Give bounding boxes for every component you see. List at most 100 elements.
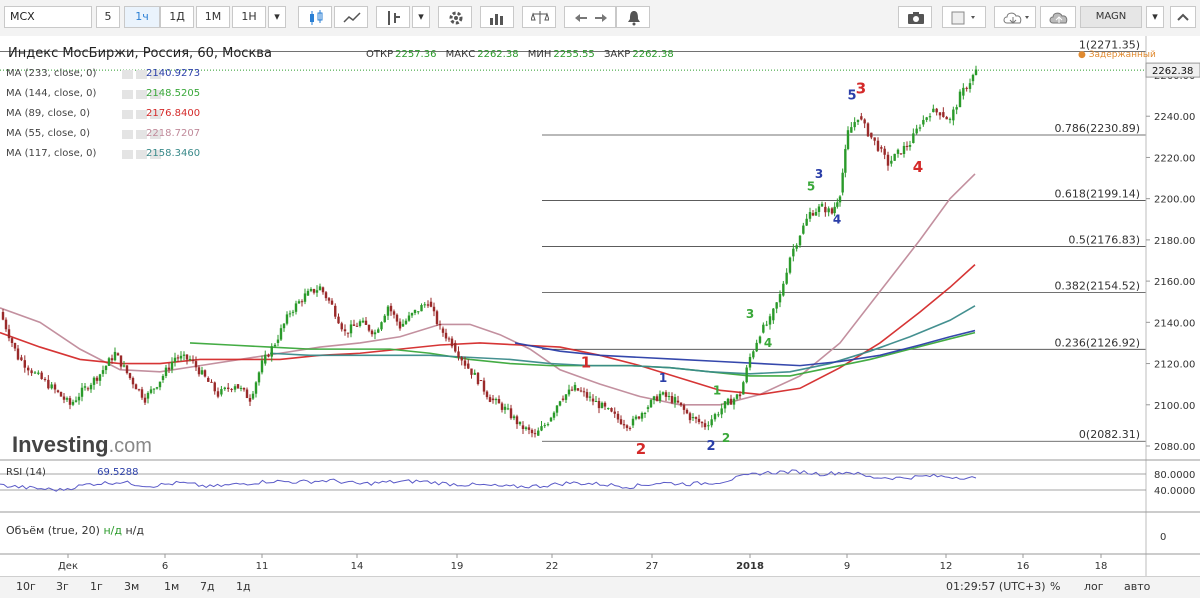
auto-toggle[interactable]: авто [1124,580,1150,593]
candle-body [334,305,337,317]
candle-body [521,425,525,429]
percent-toggle[interactable]: % [1050,580,1060,593]
candle-body [610,408,613,412]
candle-body [264,354,267,364]
candle-body [745,367,748,383]
candle-body [853,122,856,128]
wave-label: 5 [971,36,981,38]
symbol-input[interactable]: MCX [4,6,92,28]
indicators-dropdown[interactable]: ▾ [412,6,430,28]
candle-body [40,372,43,379]
candle-body [306,290,310,296]
candle-body [494,399,498,401]
ma-legend-label: MA (233, close, 0) [6,68,97,79]
settings-icon[interactable] [438,6,472,28]
candle-body [652,396,656,401]
x-tick-label: 11 [256,561,269,572]
candle-body [506,408,510,410]
candle-body [808,212,812,219]
fib-level-label: 0.786(2230.89) [1054,122,1140,135]
candle-body [685,409,689,414]
candle-body [768,316,772,325]
tf-3y[interactable]: 3г [56,580,69,593]
camera-icon[interactable] [898,6,932,28]
price-tick-label: 2080.00 [1154,442,1195,453]
indicators-icon[interactable] [376,6,410,28]
candle-body [591,398,595,402]
ohlc-readout: ОТКР 2257.36 МАКС 2262.38 МИН 2255.55 ЗАКР 2… [366,49,674,60]
candle-body [4,319,8,330]
alert-icon[interactable] [616,6,650,28]
ma-legend-row[interactable]: MA (144, close, 0) 2148.5205 [6,88,200,99]
ma-legend-row[interactable]: MA (55, close, 0) 2218.7207 [6,128,200,139]
ma-legend-value: 2176.8400 [146,108,201,119]
candle-body [251,393,255,399]
interval-dropdown[interactable]: ▾ [268,6,286,28]
candle-body [567,389,571,395]
tf-3m[interactable]: 3м [124,580,139,593]
ma-legend-label: MA (117, close, 0) [6,148,97,159]
candles-icon[interactable] [298,6,332,28]
tf-1y[interactable]: 1г [90,580,103,593]
color-picker-icon[interactable] [942,6,986,28]
tf-1d[interactable]: 1д [236,580,251,593]
x-tick-label: 12 [940,561,953,572]
interval-1h[interactable]: 1ч [124,6,160,28]
candle-body [13,342,17,349]
log-toggle[interactable]: лог [1084,580,1104,593]
ma-legend-row[interactable]: MA (233, close, 0) 2140.9273 [6,68,200,79]
candle-body [713,414,717,420]
candle-body [173,357,177,362]
last-price-label: 2262.38 [1152,66,1193,77]
investing-logo: Investing.com [12,432,152,457]
candle-body [564,394,568,400]
tf-7d[interactable]: 7д [200,580,215,593]
delayed-badge: ● Задержанный [1078,50,1156,60]
ma-legend-row[interactable]: MA (89, close, 0) 2176.8400 [6,108,200,119]
x-tick-label: 22 [546,561,559,572]
line-chart-icon[interactable] [334,6,368,28]
tf-10y[interactable]: 10г [16,580,36,593]
candle-body [515,416,519,425]
collapse-icon[interactable] [1170,6,1196,28]
candle-body [694,417,698,419]
magn-button[interactable]: MAGN [1080,6,1142,28]
candle-body [530,429,534,434]
candle-body [952,109,955,121]
candle-body [968,83,972,89]
undo-redo-icon[interactable] [564,6,616,28]
candle-body [16,348,20,360]
candle-body [720,408,723,415]
interval-1w[interactable]: 1Н [232,6,266,28]
candle-body [543,425,546,427]
wave-label: 4 [833,212,841,226]
ma-legend-row[interactable]: MA (117, close, 0) 2158.3460 [6,148,200,159]
tf-1m[interactable]: 1м [164,580,179,593]
candle-body [778,294,782,303]
candle-body [410,313,414,316]
candle-body [479,380,483,382]
rsi-level-label: 40.0000 [1154,486,1195,497]
candle-body [242,387,246,390]
candle-body [447,338,451,340]
cloud-upload-icon[interactable] [1040,6,1076,28]
magn-dropdown[interactable]: ▾ [1146,6,1164,28]
candle-body [691,417,695,419]
candle-body [125,365,129,374]
interval-5[interactable]: 5 [96,6,120,28]
cloud-download-icon[interactable] [994,6,1036,28]
candle-body [748,357,752,368]
candle-body [512,416,516,419]
compare-icon[interactable] [480,6,514,28]
candle-body [167,367,171,370]
interval-1m[interactable]: 1М [196,6,230,28]
interval-1d[interactable]: 1Д [160,6,194,28]
scales-icon[interactable] [522,6,556,28]
candle-body [170,361,174,370]
candle-body [935,108,938,113]
candle-body [50,384,53,389]
candle-body [176,357,180,359]
candle-body [230,388,233,390]
candle-body [658,393,662,401]
candle-body [146,392,150,399]
